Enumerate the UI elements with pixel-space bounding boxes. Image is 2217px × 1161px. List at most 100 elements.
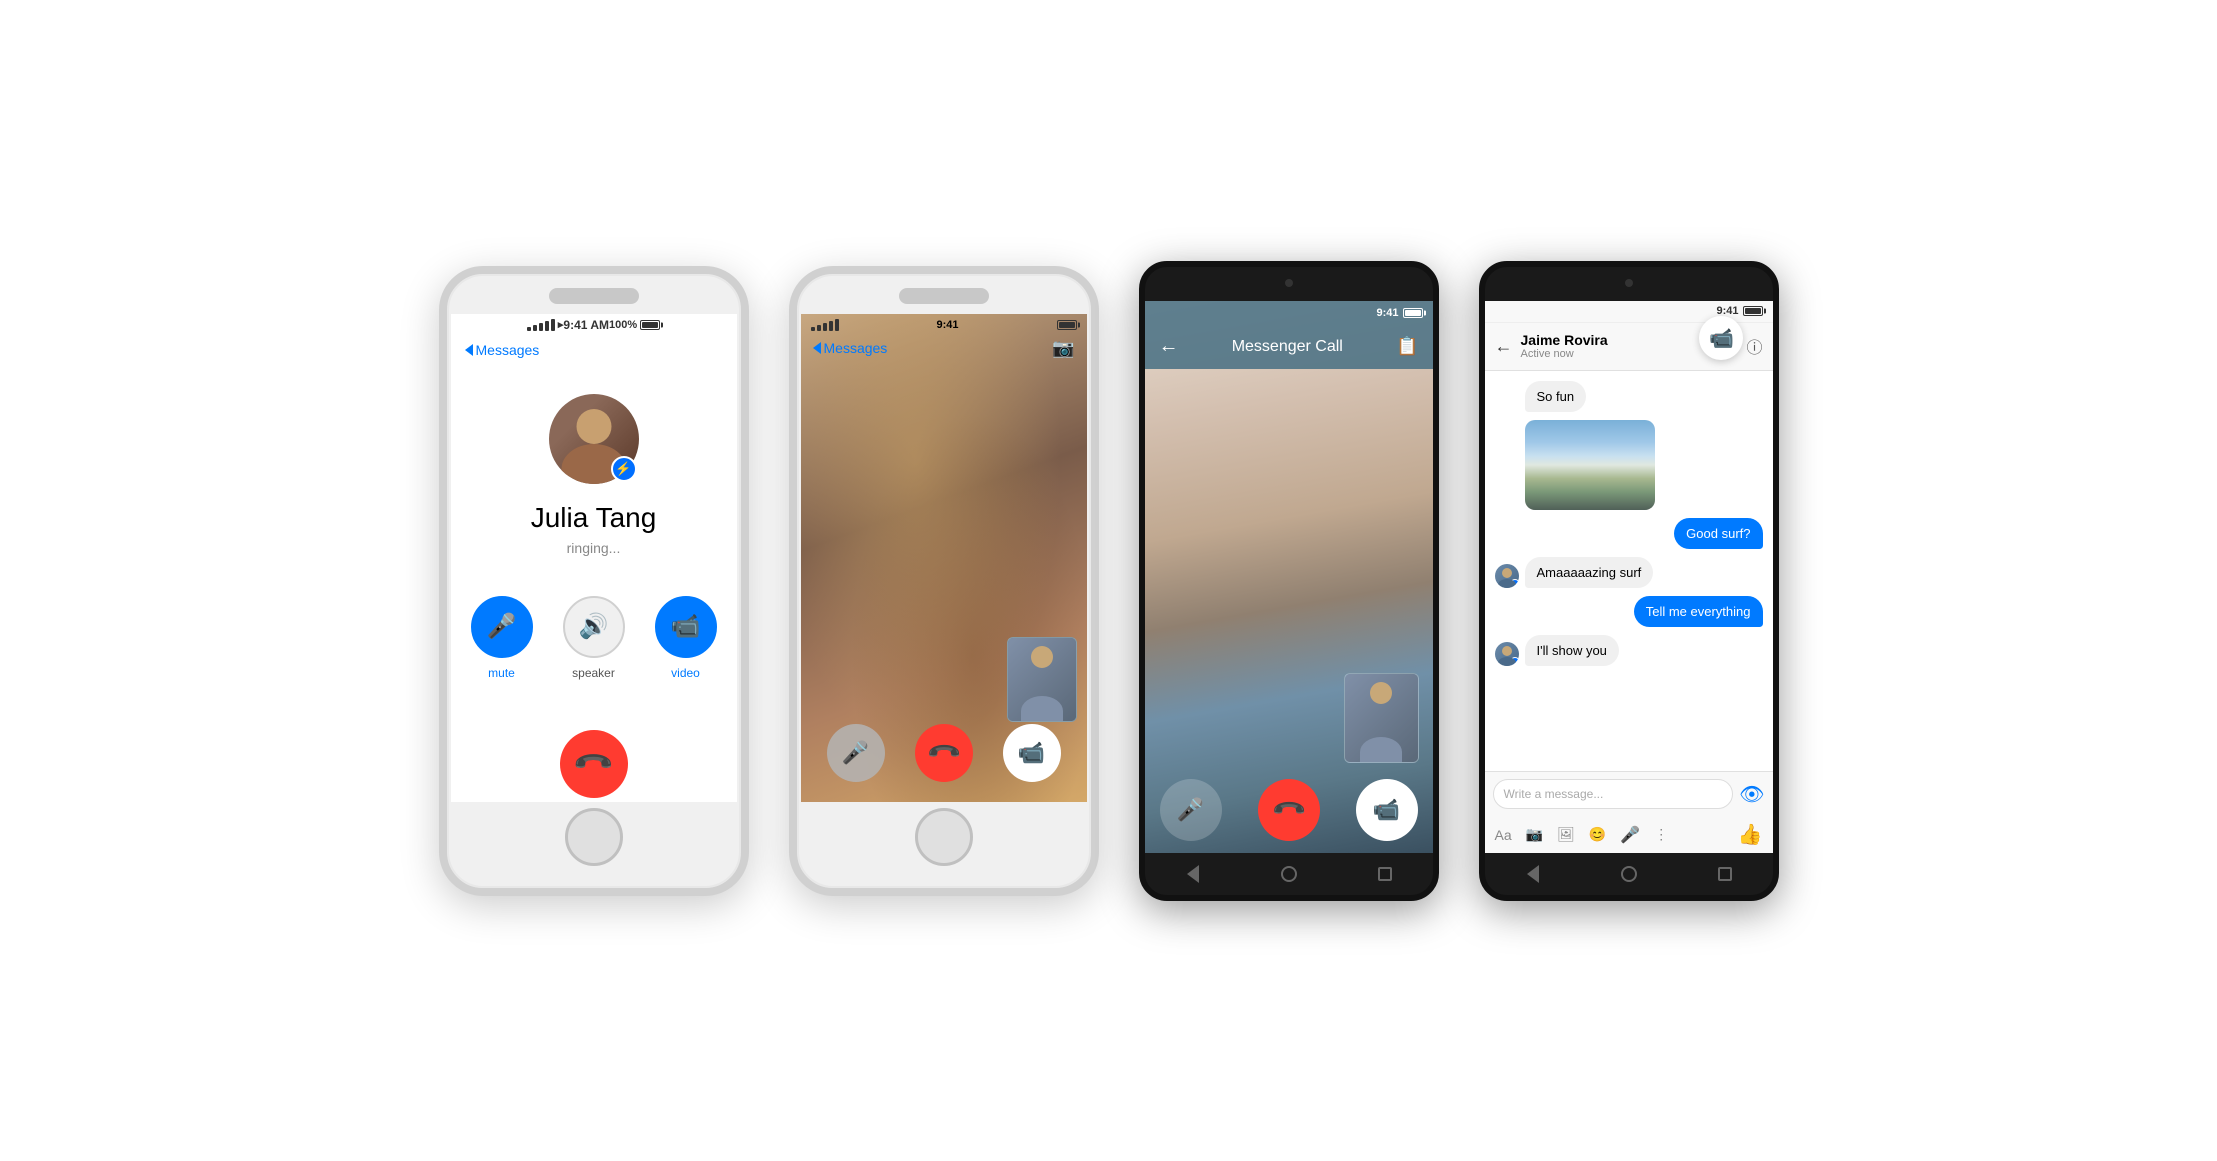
video-label: video [671,666,700,680]
p3-header-right-icon[interactable]: 📋 [1396,336,1418,357]
messages-back-label: Messages [476,342,540,358]
p3-video-btn[interactable]: 📹 [1356,779,1418,841]
video-call-badge-wrap: 📹 [1688,321,1738,371]
android-screen-3: 9:41 ← Messenger Call 📋 🎤 📞 📹 [1145,301,1433,853]
p3-header: ← Messenger Call 📋 [1145,325,1433,369]
iphone-shell-1: ▸ 9:41 AM 100% Messages [439,266,749,896]
msg-spacer-2 [1495,486,1519,510]
mute-label: mute [488,666,515,680]
thumbs-up-btn[interactable]: 👍 [1738,822,1763,847]
s2-d1 [811,327,815,331]
time-1: 9:41 AM [563,318,609,332]
silent-switch [439,374,443,409]
chat-avatar-4 [1495,564,1519,588]
android-recents-nav-4[interactable] [1715,864,1735,884]
text-style-icon[interactable]: Aa [1495,827,1512,843]
android-home-nav-4[interactable] [1619,864,1639,884]
video-call-badge[interactable]: 📹 [1699,316,1743,360]
p4-messages: So fun Good surf? [1485,371,1773,771]
android-back-nav[interactable] [1183,864,1203,884]
phone-1-iphone-calling: ▸ 9:41 AM 100% Messages [439,266,749,896]
p2-mute-btn[interactable]: 🎤 [827,724,885,782]
p3-end-btn[interactable]: 📞 [1245,766,1333,853]
pip-self-view [1007,637,1077,722]
signal-dot-3 [539,323,543,331]
android-back-nav-4[interactable] [1523,864,1543,884]
time-2: 9:41 [936,319,958,331]
mute-btn[interactable]: 🎤 mute [471,596,533,680]
status-bar-3: 9:41 [1145,301,1433,325]
video-btn[interactable]: 📹 video [655,596,717,680]
android-home-nav[interactable] [1279,864,1299,884]
msg-row-1: So fun [1495,381,1763,412]
battery-icon-1 [640,320,660,330]
p4-action-bar: Aa 📷 🖼 😊 🎤 ⋮ 👍 [1485,817,1773,853]
android-nav-3 [1145,853,1433,895]
p2-chevron-icon [813,342,821,354]
contact-name: Julia Tang [531,502,657,534]
iphone-screen-1: ▸ 9:41 AM 100% Messages [451,314,737,802]
messenger-mini-badge-2 [1510,657,1519,666]
msg-bubble-6: I'll show you [1525,635,1619,666]
android-recents-nav[interactable] [1375,864,1395,884]
mute-circle: 🎤 [471,596,533,658]
p3-back-btn[interactable]: ← [1159,335,1179,358]
p2-camera-icon[interactable]: 📷 [1052,338,1074,359]
volume-up-btn [439,419,443,474]
power-btn-2 [1095,434,1099,509]
mic-action-icon[interactable]: 🎤 [1620,825,1640,845]
p3-pip-face [1345,674,1418,762]
p2-video-btn[interactable]: 📹 [1003,724,1061,782]
video-call-badge-icon: 📹 [1709,326,1734,351]
status-left-1: ▸ [527,318,564,331]
status-bar-1: ▸ 9:41 AM 100% [517,314,670,336]
p2-controls-bar: 🎤 📞 📹 [801,724,1087,782]
speaker-circle: 🔊 [563,596,625,658]
beach-photo-msg [1525,420,1655,510]
p2-end-btn[interactable]: 📞 [902,711,984,793]
end-call-icon: 📞 [571,741,616,786]
iphone-screen-2: 9:41 Messages 📷 [801,314,1087,802]
p4-contact-name: Jaime Rovira [1521,332,1681,348]
signal-dot-5 [551,319,555,331]
power-btn [745,434,749,509]
signal-dot-1 [527,327,531,331]
p3-pip-self-view [1344,673,1419,763]
p2-nav-row: Messages 📷 [801,338,1087,359]
battery-3 [1403,308,1423,318]
p4-back-btn[interactable]: ← [1495,336,1513,357]
more-action-icon[interactable]: ⋮ [1654,826,1668,843]
s2-d5 [835,319,839,331]
battery-4 [1743,306,1763,316]
chat-avatar-6 [1495,642,1519,666]
p3-call-title: Messenger Call [1232,338,1343,356]
android-shell-3: 9:41 ← Messenger Call 📋 🎤 📞 📹 [1139,261,1439,901]
phone-3-android-video: 9:41 ← Messenger Call 📋 🎤 📞 📹 [1139,261,1439,901]
camera-action-icon[interactable]: 📷 [1526,826,1543,843]
status-bar-2: 9:41 [801,314,1087,336]
s2-d4 [829,321,833,331]
send-icon[interactable]: 👁 [1739,782,1764,807]
msg-row-3: Good surf? [1495,518,1763,549]
status-left-2 [811,319,839,331]
msg-row-4: Amaaaaazing surf [1495,557,1763,588]
p3-mute-btn[interactable]: 🎤 [1160,779,1222,841]
speaker-btn[interactable]: 🔊 speaker [563,596,625,680]
p4-input-bar: Write a message... 👁 [1485,771,1773,817]
p2-back-label: Messages [824,340,888,356]
end-call-btn[interactable]: 📞 [560,730,628,798]
signal-1 [527,319,555,331]
time-3: 9:41 [1376,307,1398,319]
emoji-action-icon[interactable]: 😊 [1589,826,1606,843]
msg-row-6: I'll show you [1495,635,1763,666]
msg-spacer-1 [1495,388,1519,412]
msg-bubble-1: So fun [1525,381,1587,412]
p4-info-icon[interactable]: ⓘ [1746,334,1762,358]
message-input[interactable]: Write a message... [1493,779,1734,809]
video-circle: 📹 [655,596,717,658]
signal-dot-2 [533,325,537,331]
messages-back-btn[interactable]: Messages [465,342,540,358]
p2-back-btn[interactable]: Messages [813,340,888,356]
gallery-action-icon[interactable]: 🖼 [1557,826,1575,843]
iphone-shell-2: 9:41 Messages 📷 [789,266,1099,896]
